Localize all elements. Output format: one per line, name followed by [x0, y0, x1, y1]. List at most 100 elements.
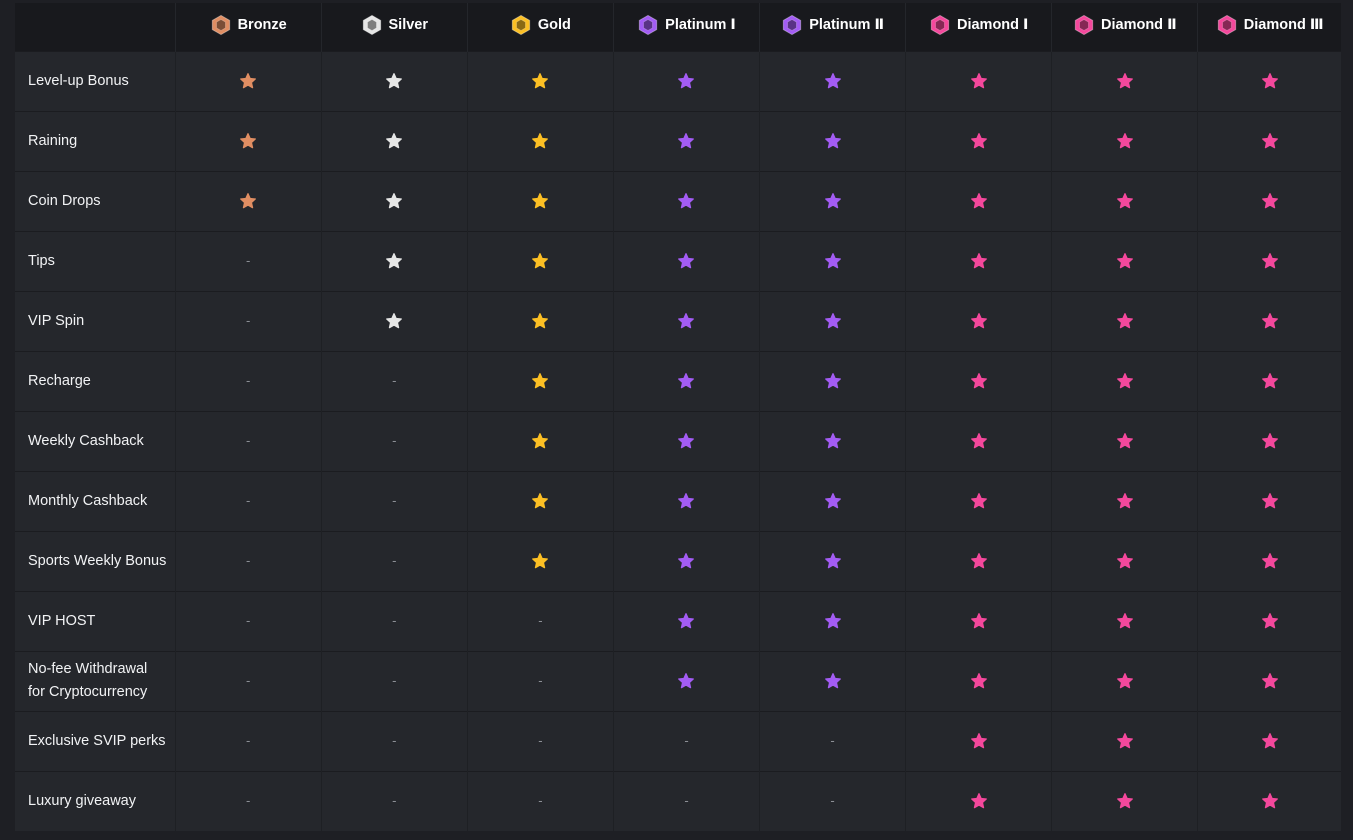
benefit-cell-bronze: -	[175, 531, 322, 591]
tier-header-platinum-1: Platinum Ⅰ	[613, 3, 761, 51]
benefit-cell-diamond-2	[1051, 171, 1199, 231]
benefit-cell-silver	[321, 171, 468, 231]
feature-label-text: Sports Weekly Bonus	[28, 552, 167, 569]
star-icon	[385, 72, 403, 89]
benefit-cell-diamond-3	[1198, 291, 1341, 351]
star-icon	[677, 192, 695, 209]
benefit-cell-diamond-2	[1051, 291, 1199, 351]
feature-label-text: Weekly Cashback	[28, 432, 144, 449]
benefit-cell-diamond-2	[1051, 351, 1199, 411]
star-icon	[824, 432, 842, 449]
benefit-cell-diamond-3	[1198, 471, 1341, 531]
feature-label-text: No-fee Withdrawal for Cryptocurrency	[28, 661, 148, 700]
benefit-cell-diamond-1	[905, 531, 1053, 591]
benefit-cell-silver: -	[321, 531, 468, 591]
unavailable-dash: -	[392, 433, 397, 448]
benefit-cell-diamond-3	[1198, 591, 1341, 651]
benefit-cell-platinum-2	[759, 291, 907, 351]
benefit-cell-diamond-1	[905, 471, 1053, 531]
tier-header-silver: Silver	[321, 3, 468, 51]
star-icon	[1116, 552, 1134, 569]
diamond-1-hexagon-badge-icon	[929, 14, 951, 36]
benefit-cell-diamond-1	[905, 51, 1053, 111]
star-icon	[1261, 312, 1279, 329]
feature-label: Raining	[15, 111, 176, 171]
benefit-cell-platinum-1	[613, 411, 761, 471]
feature-row-exclusive-svip-perks: Exclusive SVIP perks - - - - -	[15, 711, 1341, 771]
star-icon	[824, 492, 842, 509]
benefit-cell-platinum-2	[759, 591, 907, 651]
feature-label-text: VIP HOST	[28, 612, 96, 629]
star-icon	[1261, 492, 1279, 509]
feature-label: Weekly Cashback	[15, 411, 176, 471]
star-icon	[1261, 132, 1279, 149]
tier-name: Gold	[537, 16, 571, 33]
star-icon	[531, 552, 549, 569]
unavailable-dash: -	[684, 733, 689, 748]
star-icon	[970, 72, 988, 89]
benefit-cell-diamond-1	[905, 771, 1053, 831]
benefit-cell-gold	[467, 171, 614, 231]
vip-benefits-table-container: Bronze Silver Gold Platinum Ⅰ Platinum Ⅱ Diam…	[15, 3, 1341, 831]
benefit-cell-diamond-2	[1051, 51, 1199, 111]
tier-name: Diamond Ⅰ	[956, 16, 1029, 33]
tier-name: Diamond Ⅲ	[1243, 16, 1324, 33]
feature-row-recharge: Recharge - -	[15, 351, 1341, 411]
unavailable-dash: -	[392, 553, 397, 568]
star-icon	[385, 252, 403, 269]
benefit-cell-diamond-2	[1051, 651, 1199, 711]
benefit-cell-platinum-2	[759, 351, 907, 411]
benefit-cell-gold: -	[467, 711, 614, 771]
star-icon	[1261, 552, 1279, 569]
star-icon	[531, 72, 549, 89]
feature-row-vip-host: VIP HOST - - -	[15, 591, 1341, 651]
star-icon	[1261, 732, 1279, 749]
benefit-cell-bronze: -	[175, 231, 322, 291]
star-icon	[970, 432, 988, 449]
benefit-cell-silver: -	[321, 411, 468, 471]
star-icon	[385, 132, 403, 149]
tier-name: Platinum Ⅰ	[665, 16, 736, 33]
benefit-cell-diamond-1	[905, 111, 1053, 171]
benefit-cell-diamond-2	[1051, 231, 1199, 291]
benefit-cell-diamond-1	[905, 711, 1053, 771]
tier-header-content: Diamond Ⅲ	[1216, 14, 1324, 36]
benefit-cell-diamond-2	[1051, 111, 1199, 171]
feature-row-level-up-bonus: Level-up Bonus	[15, 51, 1341, 111]
bronze-hexagon-badge-icon	[210, 14, 232, 36]
benefit-cell-gold: -	[467, 591, 614, 651]
unavailable-dash: -	[245, 433, 251, 448]
star-icon	[677, 132, 695, 149]
unavailable-dash: -	[245, 493, 251, 508]
star-icon	[970, 132, 988, 149]
star-icon	[970, 252, 988, 269]
benefit-cell-diamond-3	[1198, 651, 1341, 711]
tier-header-content: Platinum Ⅰ	[637, 14, 736, 36]
benefit-cell-bronze: -	[175, 471, 322, 531]
unavailable-dash: -	[392, 493, 397, 508]
benefit-cell-platinum-1	[613, 51, 761, 111]
feature-row-raining: Raining	[15, 111, 1341, 171]
benefit-cell-platinum-2: -	[759, 711, 907, 771]
benefit-cell-bronze: -	[175, 291, 322, 351]
unavailable-dash: -	[538, 613, 543, 628]
star-icon	[1116, 132, 1134, 149]
feature-row-monthly-cashback: Monthly Cashback - -	[15, 471, 1341, 531]
benefit-cell-silver	[321, 231, 468, 291]
benefit-cell-bronze: -	[175, 591, 322, 651]
star-icon	[1261, 372, 1279, 389]
tier-header-content: Diamond Ⅰ	[929, 14, 1028, 36]
benefit-cell-platinum-1: -	[613, 771, 761, 831]
tier-header-platinum-2: Platinum Ⅱ	[759, 3, 907, 51]
benefit-cell-bronze: -	[175, 651, 322, 711]
benefit-cell-silver: -	[321, 591, 468, 651]
unavailable-dash: -	[538, 793, 543, 809]
unavailable-dash: -	[245, 733, 251, 748]
benefit-cell-diamond-1	[905, 171, 1053, 231]
star-icon	[1116, 792, 1134, 809]
star-icon	[677, 672, 695, 689]
benefit-cell-platinum-2	[759, 231, 907, 291]
benefit-cell-platinum-1	[613, 591, 761, 651]
benefit-cell-silver: -	[321, 711, 468, 771]
benefit-cell-gold	[467, 231, 614, 291]
